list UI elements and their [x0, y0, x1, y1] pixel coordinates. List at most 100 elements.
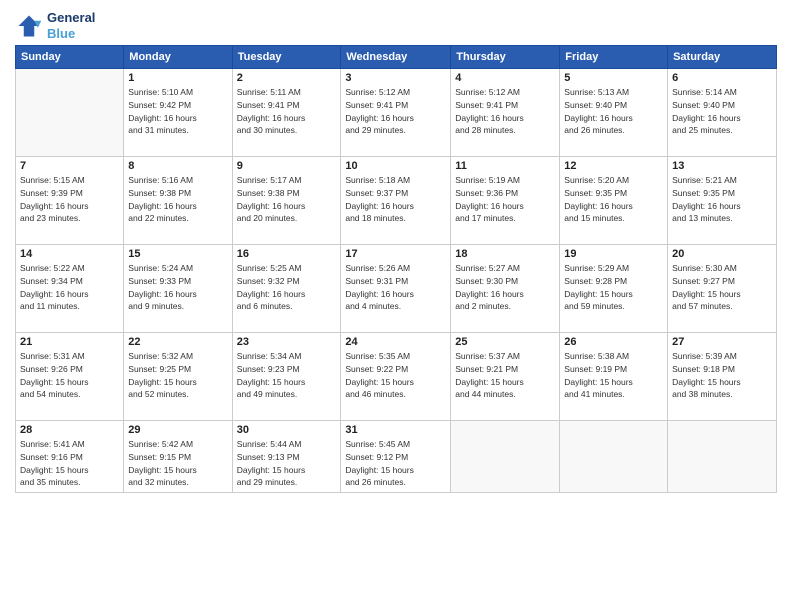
day-cell: 16 Sunrise: 5:25 AM Sunset: 9:32 PM Dayli…	[232, 245, 341, 333]
day-info: Sunrise: 5:42 AM Sunset: 9:15 PM Dayligh…	[128, 438, 227, 489]
day-cell: 7 Sunrise: 5:15 AM Sunset: 9:39 PM Daylig…	[16, 157, 124, 245]
day-info: Sunrise: 5:21 AM Sunset: 9:35 PM Dayligh…	[672, 174, 772, 225]
day-cell: 24 Sunrise: 5:35 AM Sunset: 9:22 PM Dayli…	[341, 333, 451, 421]
day-number: 25	[455, 336, 555, 348]
day-cell: 11Sunrise: 5:19 AM Sunset: 9:36 PM Dayli…	[451, 157, 560, 245]
day-number: 7	[20, 160, 119, 172]
day-cell: 26Sunrise: 5:38 AM Sunset: 9:19 PM Dayli…	[560, 333, 668, 421]
day-info: Sunrise: 5:12 AM Sunset: 9:41 PM Dayligh…	[345, 86, 446, 137]
day-cell: 8Sunrise: 5:16 AM Sunset: 9:38 PM Daylig…	[124, 157, 232, 245]
day-cell: 14 Sunrise: 5:22 AM Sunset: 9:34 PM Dayli…	[16, 245, 124, 333]
logo: General Blue	[15, 10, 95, 41]
day-info: Sunrise: 5:13 AM Sunset: 9:40 PM Dayligh…	[564, 86, 663, 137]
day-cell: 27Sunrise: 5:39 AM Sunset: 9:18 PM Dayli…	[668, 333, 777, 421]
col-header-thursday: Thursday	[451, 46, 560, 69]
day-cell: 22 Sunrise: 5:32 AM Sunset: 9:25 PM Dayli…	[124, 333, 232, 421]
day-number: 24	[345, 336, 446, 348]
day-number: 19	[564, 248, 663, 260]
day-cell: 10 Sunrise: 5:18 AM Sunset: 9:37 PM Dayli…	[341, 157, 451, 245]
day-number: 10	[345, 160, 446, 172]
col-header-sunday: Sunday	[16, 46, 124, 69]
day-info: Sunrise: 5:20 AM Sunset: 9:35 PM Dayligh…	[564, 174, 663, 225]
day-cell: 12 Sunrise: 5:20 AM Sunset: 9:35 PM Dayli…	[560, 157, 668, 245]
day-info: Sunrise: 5:11 AM Sunset: 9:41 PM Dayligh…	[237, 86, 337, 137]
day-cell: 21 Sunrise: 5:31 AM Sunset: 9:26 PM Dayli…	[16, 333, 124, 421]
day-cell: 31 Sunrise: 5:45 AM Sunset: 9:12 PM Dayli…	[341, 421, 451, 493]
day-number: 28	[20, 424, 119, 436]
day-info: Sunrise: 5:26 AM Sunset: 9:31 PM Dayligh…	[345, 262, 446, 313]
day-info: Sunrise: 5:22 AM Sunset: 9:34 PM Dayligh…	[20, 262, 119, 313]
day-cell: 3 Sunrise: 5:12 AM Sunset: 9:41 PM Daylig…	[341, 69, 451, 157]
day-info: Sunrise: 5:17 AM Sunset: 9:38 PM Dayligh…	[237, 174, 337, 225]
header: General Blue	[15, 10, 777, 41]
day-number: 31	[345, 424, 446, 436]
day-info: Sunrise: 5:25 AM Sunset: 9:32 PM Dayligh…	[237, 262, 337, 313]
day-info: Sunrise: 5:31 AM Sunset: 9:26 PM Dayligh…	[20, 350, 119, 401]
day-info: Sunrise: 5:38 AM Sunset: 9:19 PM Dayligh…	[564, 350, 663, 401]
day-cell: 5Sunrise: 5:13 AM Sunset: 9:40 PM Daylig…	[560, 69, 668, 157]
col-header-tuesday: Tuesday	[232, 46, 341, 69]
day-cell: 13Sunrise: 5:21 AM Sunset: 9:35 PM Dayli…	[668, 157, 777, 245]
day-cell: 4 Sunrise: 5:12 AM Sunset: 9:41 PM Daylig…	[451, 69, 560, 157]
day-info: Sunrise: 5:35 AM Sunset: 9:22 PM Dayligh…	[345, 350, 446, 401]
day-cell: 1Sunrise: 5:10 AM Sunset: 9:42 PM Daylig…	[124, 69, 232, 157]
day-info: Sunrise: 5:32 AM Sunset: 9:25 PM Dayligh…	[128, 350, 227, 401]
day-number: 8	[128, 160, 227, 172]
day-number: 17	[345, 248, 446, 260]
day-info: Sunrise: 5:30 AM Sunset: 9:27 PM Dayligh…	[672, 262, 772, 313]
week-row-2: 7 Sunrise: 5:15 AM Sunset: 9:39 PM Daylig…	[16, 157, 777, 245]
day-cell: 15 Sunrise: 5:24 AM Sunset: 9:33 PM Dayli…	[124, 245, 232, 333]
logo-icon	[15, 12, 43, 40]
day-number: 21	[20, 336, 119, 348]
calendar-page: General Blue SundayMondayTuesdayWednesda…	[0, 0, 792, 612]
day-number: 4	[455, 72, 555, 84]
day-info: Sunrise: 5:34 AM Sunset: 9:23 PM Dayligh…	[237, 350, 337, 401]
day-number: 27	[672, 336, 772, 348]
day-info: Sunrise: 5:15 AM Sunset: 9:39 PM Dayligh…	[20, 174, 119, 225]
day-number: 30	[237, 424, 337, 436]
day-cell: 9 Sunrise: 5:17 AM Sunset: 9:38 PM Daylig…	[232, 157, 341, 245]
day-info: Sunrise: 5:18 AM Sunset: 9:37 PM Dayligh…	[345, 174, 446, 225]
day-cell: 23 Sunrise: 5:34 AM Sunset: 9:23 PM Dayli…	[232, 333, 341, 421]
day-cell: 2Sunrise: 5:11 AM Sunset: 9:41 PM Daylig…	[232, 69, 341, 157]
day-number: 12	[564, 160, 663, 172]
day-info: Sunrise: 5:37 AM Sunset: 9:21 PM Dayligh…	[455, 350, 555, 401]
day-cell	[668, 421, 777, 493]
day-number: 22	[128, 336, 227, 348]
day-cell: 28 Sunrise: 5:41 AM Sunset: 9:16 PM Dayli…	[16, 421, 124, 493]
header-row: SundayMondayTuesdayWednesdayThursdayFrid…	[16, 46, 777, 69]
day-info: Sunrise: 5:14 AM Sunset: 9:40 PM Dayligh…	[672, 86, 772, 137]
day-cell: 25 Sunrise: 5:37 AM Sunset: 9:21 PM Dayli…	[451, 333, 560, 421]
day-info: Sunrise: 5:44 AM Sunset: 9:13 PM Dayligh…	[237, 438, 337, 489]
day-cell: 20 Sunrise: 5:30 AM Sunset: 9:27 PM Dayli…	[668, 245, 777, 333]
day-cell: 29Sunrise: 5:42 AM Sunset: 9:15 PM Dayli…	[124, 421, 232, 493]
day-number: 14	[20, 248, 119, 260]
day-cell	[560, 421, 668, 493]
day-number: 9	[237, 160, 337, 172]
day-number: 20	[672, 248, 772, 260]
logo-text: General Blue	[47, 10, 95, 41]
day-cell	[16, 69, 124, 157]
week-row-3: 14 Sunrise: 5:22 AM Sunset: 9:34 PM Dayli…	[16, 245, 777, 333]
day-number: 3	[345, 72, 446, 84]
day-info: Sunrise: 5:12 AM Sunset: 9:41 PM Dayligh…	[455, 86, 555, 137]
day-number: 16	[237, 248, 337, 260]
day-cell: 30 Sunrise: 5:44 AM Sunset: 9:13 PM Dayli…	[232, 421, 341, 493]
day-cell: 17 Sunrise: 5:26 AM Sunset: 9:31 PM Dayli…	[341, 245, 451, 333]
day-info: Sunrise: 5:45 AM Sunset: 9:12 PM Dayligh…	[345, 438, 446, 489]
day-info: Sunrise: 5:24 AM Sunset: 9:33 PM Dayligh…	[128, 262, 227, 313]
day-number: 15	[128, 248, 227, 260]
day-info: Sunrise: 5:29 AM Sunset: 9:28 PM Dayligh…	[564, 262, 663, 313]
day-info: Sunrise: 5:19 AM Sunset: 9:36 PM Dayligh…	[455, 174, 555, 225]
day-cell: 19 Sunrise: 5:29 AM Sunset: 9:28 PM Dayli…	[560, 245, 668, 333]
week-row-1: 1Sunrise: 5:10 AM Sunset: 9:42 PM Daylig…	[16, 69, 777, 157]
day-cell: 6Sunrise: 5:14 AM Sunset: 9:40 PM Daylig…	[668, 69, 777, 157]
day-number: 1	[128, 72, 227, 84]
day-cell: 18Sunrise: 5:27 AM Sunset: 9:30 PM Dayli…	[451, 245, 560, 333]
day-number: 23	[237, 336, 337, 348]
week-row-4: 21 Sunrise: 5:31 AM Sunset: 9:26 PM Dayli…	[16, 333, 777, 421]
day-info: Sunrise: 5:41 AM Sunset: 9:16 PM Dayligh…	[20, 438, 119, 489]
col-header-monday: Monday	[124, 46, 232, 69]
col-header-wednesday: Wednesday	[341, 46, 451, 69]
day-number: 18	[455, 248, 555, 260]
